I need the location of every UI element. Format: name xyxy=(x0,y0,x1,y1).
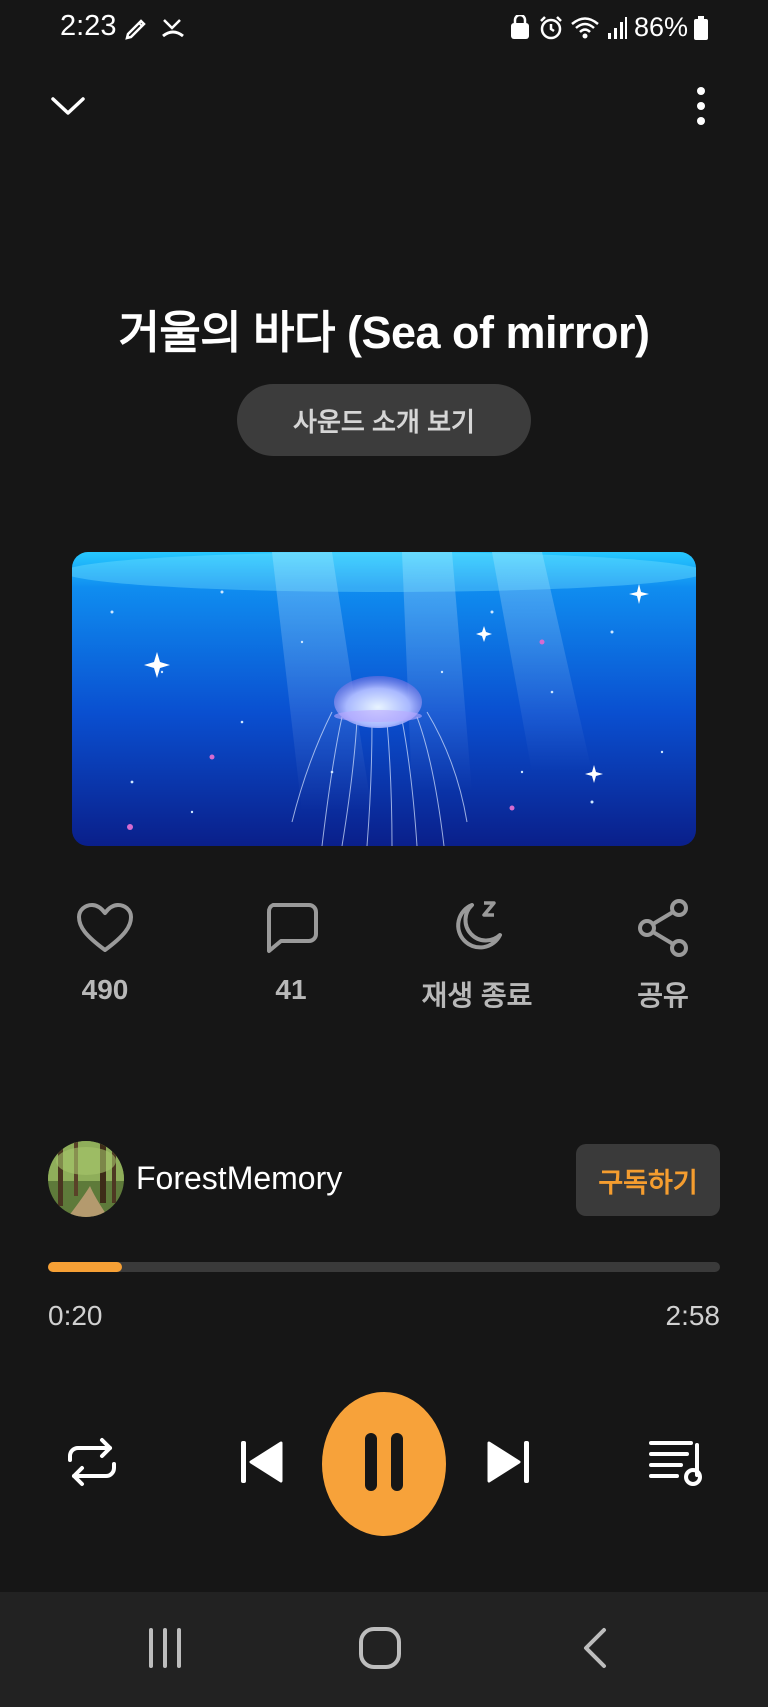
like-button[interactable]: 490 xyxy=(30,898,180,1006)
home-button[interactable] xyxy=(345,1620,415,1680)
share-button[interactable]: 공유 xyxy=(588,898,738,1014)
recent-apps-button[interactable] xyxy=(130,1620,200,1680)
system-navigation-bar xyxy=(0,1592,768,1707)
heart-icon xyxy=(76,902,134,959)
status-time: 2:23 xyxy=(60,10,117,42)
back-button[interactable] xyxy=(560,1620,630,1680)
vpn-lock-icon xyxy=(508,14,532,41)
playlist-music-icon xyxy=(647,1437,705,1492)
status-bar: 2:23 86% xyxy=(0,0,768,56)
skip-next-icon xyxy=(483,1437,533,1492)
sleep-timer-button[interactable]: 재생 종료 xyxy=(402,898,552,1014)
more-vertical-icon xyxy=(695,86,707,131)
comment-count: 41 xyxy=(275,974,307,1005)
sound-intro-button[interactable]: 사운드 소개 보기 xyxy=(237,384,531,456)
alarm-icon xyxy=(538,15,564,41)
like-count: 490 xyxy=(81,974,129,1005)
progress-bar[interactable] xyxy=(48,1262,720,1272)
progress-fill xyxy=(48,1262,122,1272)
track-title: 거울의 바다 (Sea of mirror) xyxy=(118,307,650,358)
share-label: 공유 xyxy=(637,980,689,1011)
sleep-timer-label: 재생 종료 xyxy=(421,980,533,1011)
battery-text: 86% xyxy=(633,12,688,42)
recent-apps-icon xyxy=(145,1626,185,1675)
share-icon xyxy=(635,898,691,963)
total-duration: 2:58 xyxy=(665,1300,721,1331)
home-icon xyxy=(358,1626,402,1675)
pause-button[interactable] xyxy=(322,1392,446,1536)
track-artwork xyxy=(72,552,696,846)
moon-sleep-icon xyxy=(448,899,506,962)
repeat-button[interactable] xyxy=(58,1432,126,1496)
signal-icon xyxy=(606,15,628,41)
artist-avatar[interactable] xyxy=(48,1141,124,1217)
chevron-down-icon xyxy=(50,95,86,122)
subscribe-button[interactable]: 구독하기 xyxy=(576,1144,720,1216)
previous-button[interactable] xyxy=(228,1432,296,1496)
back-icon xyxy=(580,1626,610,1675)
playlist-button[interactable] xyxy=(642,1432,710,1496)
comment-button[interactable]: 41 xyxy=(216,898,366,1006)
more-options-button[interactable] xyxy=(671,78,731,138)
missed-call-icon xyxy=(160,14,186,45)
collapse-button[interactable] xyxy=(38,78,98,138)
artist-name[interactable]: ForestMemory xyxy=(136,1160,342,1197)
comment-icon xyxy=(263,901,319,960)
skip-previous-icon xyxy=(237,1437,287,1492)
next-button[interactable] xyxy=(474,1432,542,1496)
repeat-icon xyxy=(64,1434,120,1495)
pause-icon xyxy=(361,1431,407,1498)
elapsed-time: 0:20 xyxy=(48,1300,103,1331)
battery-icon xyxy=(694,15,708,40)
pen-icon xyxy=(124,14,150,45)
wifi-icon xyxy=(570,15,600,41)
